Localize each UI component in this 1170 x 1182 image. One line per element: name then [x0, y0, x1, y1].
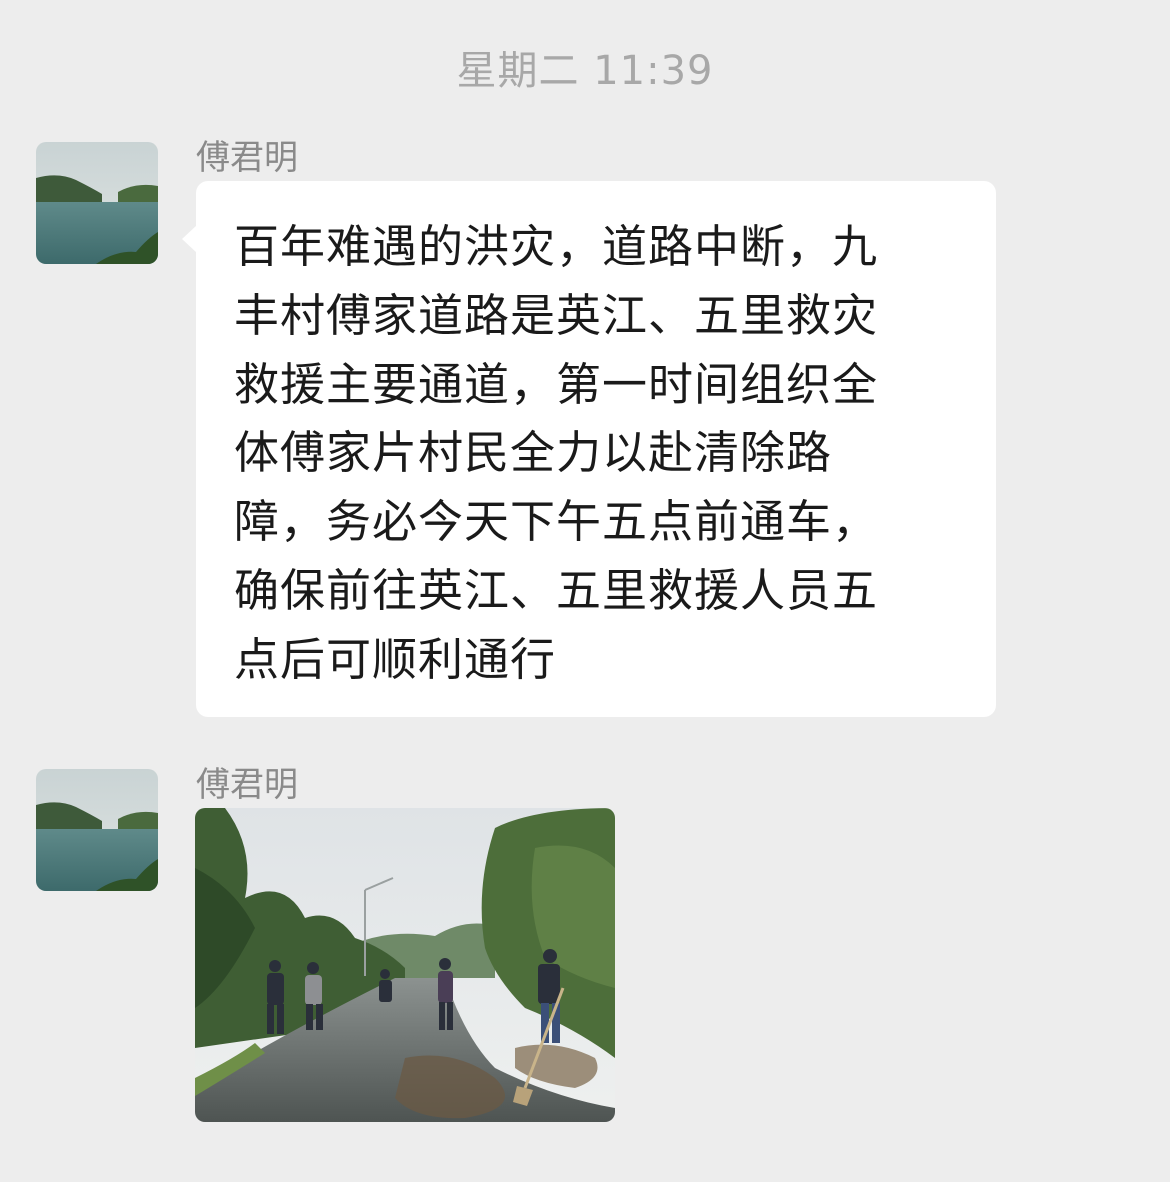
sender-avatar[interactable] [36, 142, 158, 264]
sender-name: 傅君明 [196, 138, 298, 178]
message-text-line: 确保前往英江、五里救援人员五 [234, 563, 879, 617]
message-text-line: 丰村傅家道路是英江、五里救灾 [234, 288, 879, 342]
road-clearing-photo-icon [195, 808, 615, 1122]
lake-landscape-icon [36, 142, 158, 264]
message-text-line: 百年难遇的洪灾，道路中断，九 [234, 220, 879, 273]
sender-name: 傅君明 [196, 765, 298, 805]
message-text-line: 点后可顺利通行 [234, 632, 557, 686]
image-message[interactable] [195, 808, 615, 1122]
message-text-line: 体傅家片村民全力以赴清除路 [234, 426, 833, 480]
message-text-line: 障，务必今天下午五点前通车， [234, 495, 879, 549]
message-text-line: 救援主要通道，第一时间组织全 [234, 357, 879, 411]
lake-landscape-icon [36, 769, 158, 891]
message-bubble[interactable]: 百年难遇的洪灾，道路中断，九 丰村傅家道路是英江、五里救灾 救援主要通道，第一时… [182, 181, 996, 717]
bubble-tail [182, 225, 197, 253]
sender-avatar[interactable] [36, 769, 158, 891]
chat-timestamp: 星期二 11:39 [456, 48, 714, 94]
